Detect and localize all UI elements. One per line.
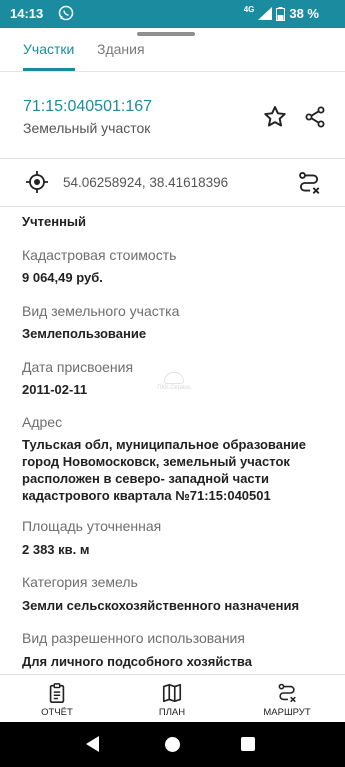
watermark: ПКК.Сервис <box>148 372 200 391</box>
nav-report-button[interactable]: ОТЧЁТ <box>17 675 97 723</box>
bottom-nav: ОТЧЁТ ПЛАН МАРШРУТ <box>0 674 345 722</box>
coordinates-text[interactable]: 54.06258924, 38.41618396 <box>63 175 228 190</box>
tab-buildings[interactable]: Здания <box>97 41 145 57</box>
watermark-text: ПКК.Сервис <box>157 385 191 391</box>
route-icon <box>278 683 296 703</box>
address-value: Тульская обл, муниципальное образование … <box>22 437 307 503</box>
system-nav-bar <box>0 722 345 767</box>
object-type: Земельный участок <box>23 120 151 136</box>
cadastral-value-label: Кадастровая стоимость <box>22 247 177 263</box>
report-icon <box>49 683 65 703</box>
cadastral-number[interactable]: 71:15:040501:167 <box>23 98 152 116</box>
divider <box>0 158 345 159</box>
battery-icon <box>276 6 286 21</box>
tab-bar: Участки Здания <box>0 28 345 72</box>
route-icon[interactable] <box>296 170 322 196</box>
permitted-use-value: Для личного подсобного хозяйства <box>22 654 252 669</box>
registration-status: Учтенный <box>22 214 87 229</box>
map-icon <box>162 683 182 703</box>
cadastral-value: 9 064,49 руб. <box>22 270 103 285</box>
nav-route-button[interactable]: МАРШРУТ <box>247 675 327 723</box>
gps-target-icon[interactable] <box>25 170 49 194</box>
status-bar: 14:13 4G 38 % <box>0 0 345 28</box>
area-label: Площадь уточненная <box>22 518 162 534</box>
nav-plan-label: ПЛАН <box>158 707 186 718</box>
whatsapp-icon <box>58 5 74 21</box>
status-time: 14:13 <box>10 6 44 21</box>
land-category-value: Земли сельскохозяйственного назначения <box>22 598 300 613</box>
signal-icon <box>258 7 273 20</box>
land-category-label: Категория земель <box>22 574 138 590</box>
nav-plan-button[interactable]: ПЛАН <box>132 675 212 723</box>
tab-active-indicator <box>23 68 75 71</box>
object-header: 71:15:040501:167 Земельный участок <box>0 72 345 158</box>
back-icon[interactable] <box>86 736 100 752</box>
battery-level: 38 % <box>289 6 319 21</box>
nav-route-label: МАРШРУТ <box>263 707 311 718</box>
permitted-use-label: Вид разрешенного использования <box>22 630 245 646</box>
tab-parcels[interactable]: Участки <box>23 41 74 57</box>
address-label: Адрес <box>22 414 63 430</box>
recent-apps-icon[interactable] <box>241 737 255 751</box>
land-type-value: Землепользование <box>22 326 147 341</box>
nav-report-label: ОТЧЁТ <box>41 707 73 718</box>
watermark-logo-icon <box>164 372 184 384</box>
network-type: 4G <box>243 5 255 14</box>
area-value: 2 383 кв. м <box>22 542 90 557</box>
favorite-star-icon[interactable] <box>262 104 288 130</box>
assignment-date-label: Дата присвоения <box>22 359 134 375</box>
share-icon[interactable] <box>303 104 327 130</box>
divider <box>0 206 345 207</box>
coordinates-row: 54.06258924, 38.41618396 <box>0 160 345 206</box>
home-icon[interactable] <box>165 737 180 752</box>
land-type-label: Вид земельного участка <box>22 303 180 319</box>
drag-handle[interactable] <box>137 32 195 36</box>
